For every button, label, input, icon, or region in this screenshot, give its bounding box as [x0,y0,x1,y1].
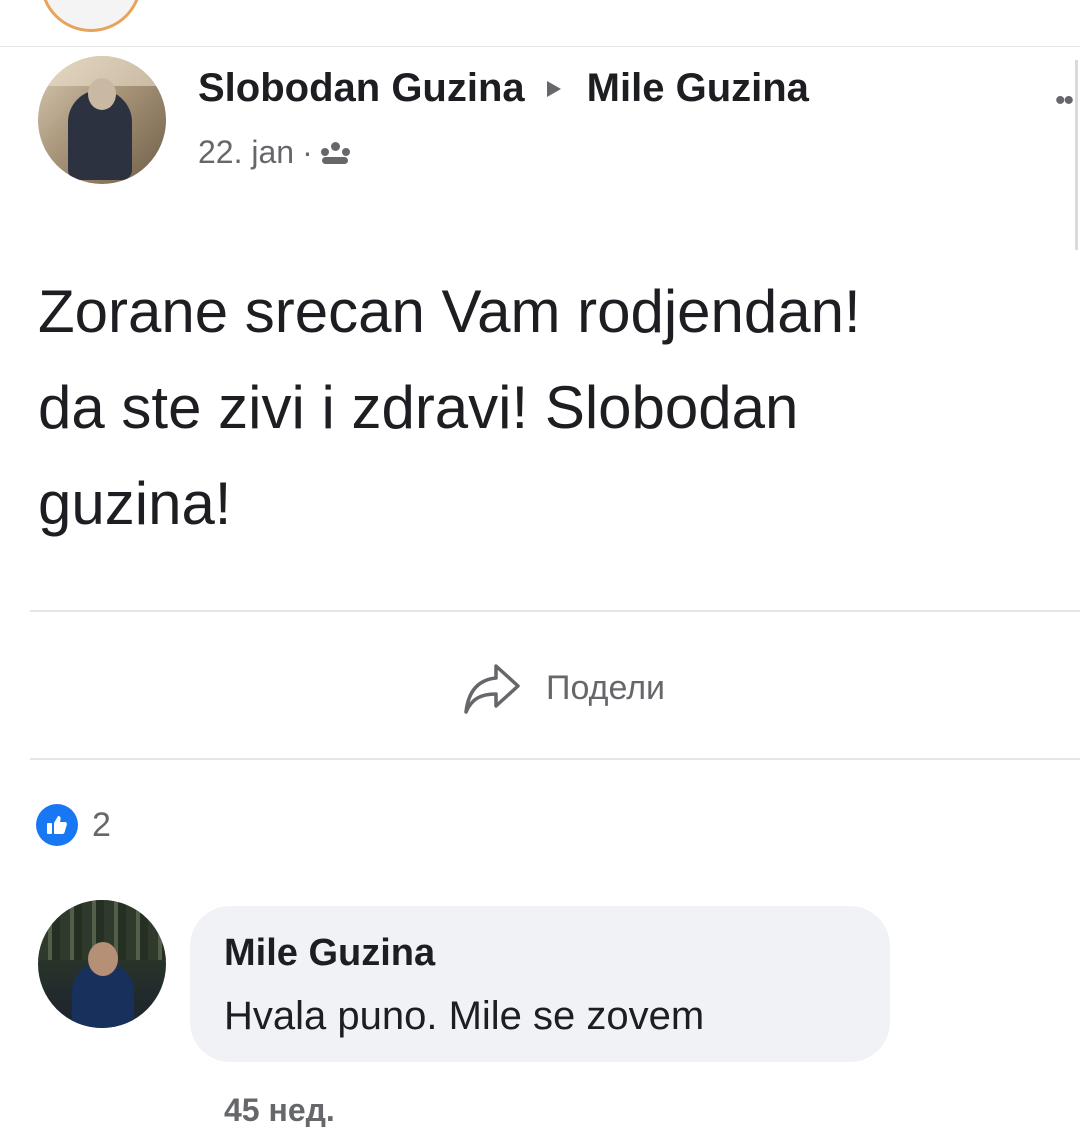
comment-author-name[interactable]: Mile Guzina [224,932,435,975]
comment-text: Hvala puno. Mile se zovem [224,994,705,1038]
facebook-post-screen: Slobodan Guzina Mile Guzina 22. jan · ••… [0,0,1080,1127]
post-divider [30,610,1080,612]
post-author-name[interactable]: Slobodan Guzina [198,66,525,111]
post-body-text: Zorane srecan Vam rodjendan! da ste zivi… [38,278,861,537]
post-meta: 22. jan · [198,134,350,171]
post-target-name[interactable]: Mile Guzina [587,66,809,111]
meta-separator: · [302,134,313,170]
right-arrow-icon [546,80,561,97]
reaction-count: 2 [92,805,111,844]
post-header-names: Slobodan Guzina Mile Guzina [198,66,809,111]
top-cropped-avatar [40,0,142,32]
actions-divider [30,758,1080,760]
commenter-avatar[interactable] [38,900,166,1028]
reaction-summary[interactable]: 2 [36,804,111,846]
comment-timestamp[interactable]: 45 нед. [224,1092,335,1127]
top-divider [0,46,1080,47]
comment-bubble: Mile Guzina Hvala puno. Mile se zovem [190,906,890,1062]
scroll-edge [1075,60,1078,250]
group-icon [320,141,350,164]
share-arrow-icon [464,664,520,714]
avatar-head [88,78,116,110]
more-options-icon[interactable]: •• [1055,84,1074,118]
share-button[interactable]: Подели [462,660,665,716]
post-author-avatar[interactable] [38,56,166,184]
post-date[interactable]: 22. jan [198,134,294,171]
share-label: Подели [546,668,666,707]
like-icon [36,804,78,846]
avatar-face [88,942,118,976]
